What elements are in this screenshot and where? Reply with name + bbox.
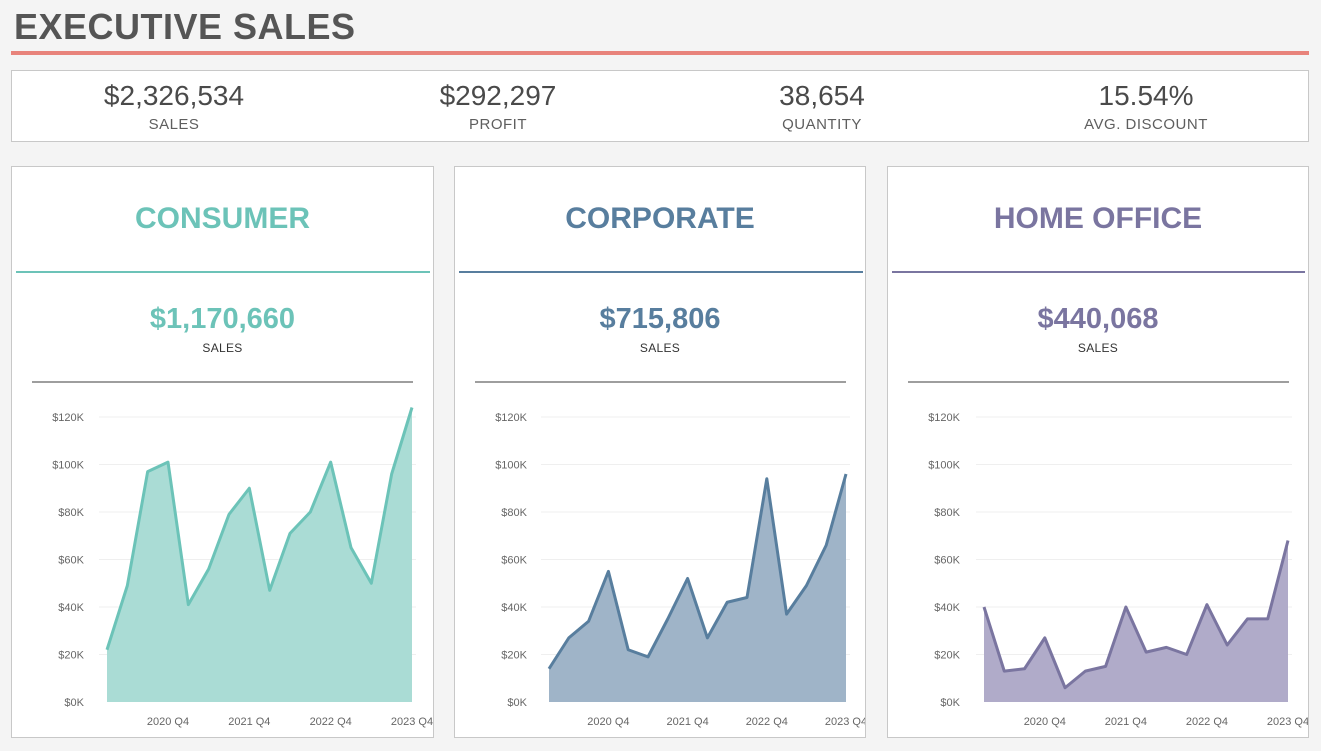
y-tick-label: $120K [52, 412, 84, 424]
sales-trend-chart: $0K $20K $40K $60K $80K $100K $120K 2020 Q4 2021… [495, 412, 865, 728]
segment-sales-value: $715,806 [599, 303, 721, 335]
y-tick-label: $40K [58, 602, 84, 614]
kpi-quantity-value: 38,654 [779, 80, 865, 111]
segment-divider-secondary [475, 381, 846, 383]
kpi-quantity-label: QUANTITY [782, 116, 862, 133]
x-tick-label: 2022 Q4 [746, 716, 788, 728]
segment-divider [16, 271, 430, 273]
kpi-quantity: 38,654 QUANTITY [660, 71, 984, 133]
kpi-discount: 15.54% AVG. DISCOUNT [984, 71, 1308, 133]
y-tick-label: $60K [58, 555, 84, 567]
y-tick-label: $20K [501, 650, 527, 662]
x-tick-label: 2020 Q4 [1024, 716, 1066, 728]
kpi-discount-value: 15.54% [1098, 80, 1194, 111]
y-tick-label: $0K [940, 697, 960, 709]
y-tick-label: $40K [934, 602, 960, 614]
sales-trend-chart: $0K $20K $40K $60K $80K $100K $120K 2020 Q4 2021… [928, 412, 1308, 728]
segment-title: HOME OFFICE [993, 202, 1203, 235]
x-tick-label: 2023 Q4 [1267, 716, 1308, 728]
y-tick-label: $20K [58, 650, 84, 662]
y-tick-label: $60K [501, 555, 527, 567]
y-tick-label: $100K [495, 460, 527, 472]
x-tick-label: 2022 Q4 [310, 716, 352, 728]
y-tick-label: $80K [934, 507, 960, 519]
kpi-profit-label: PROFIT [469, 116, 527, 133]
x-tick-label: 2023 Q4 [391, 716, 433, 728]
sales-trend-chart: $0K $20K $40K $60K $80K $100K $120K 2020 Q4 2021… [52, 407, 433, 728]
segment-sales-value: $440,068 [1037, 303, 1159, 335]
x-tick-label: 2020 Q4 [147, 716, 189, 728]
segment-sales-label: SALES [202, 341, 243, 355]
y-tick-label: $60K [934, 555, 960, 567]
y-tick-label: $80K [58, 507, 84, 519]
x-tick-label: 2020 Q4 [587, 716, 629, 728]
segment-title: CONSUMER [134, 202, 310, 235]
kpi-sales: $2,326,534 SALES [12, 71, 336, 133]
area-fill [984, 540, 1288, 702]
kpi-discount-label: AVG. DISCOUNT [1084, 116, 1208, 133]
y-tick-label: $120K [928, 412, 960, 424]
kpi-summary-bar: $2,326,534 SALES $292,297 PROFIT 38,654 … [11, 70, 1309, 142]
y-tick-label: $100K [52, 460, 84, 472]
kpi-sales-label: SALES [148, 116, 200, 133]
x-tick-label: 2021 Q4 [666, 716, 708, 728]
x-tick-label: 2021 Q4 [228, 716, 270, 728]
segment-panel-corporate: CORPORATE $715,806 SALES $0K $20K $40K $60K… [454, 166, 866, 738]
kpi-profit-value: $292,297 [439, 80, 557, 111]
segment-sales-label: SALES [639, 341, 681, 355]
segment-divider-secondary [32, 381, 413, 383]
segment-divider-secondary [908, 381, 1289, 383]
x-tick-label: 2021 Q4 [1105, 716, 1147, 728]
area-fill [107, 407, 412, 702]
segment-divider [892, 271, 1305, 273]
y-tick-label: $40K [501, 602, 527, 614]
area-fill [549, 474, 846, 702]
segment-panel-consumer: CONSUMER $1,170,660 SALES $0K $20K $40K $60… [11, 166, 434, 738]
page-title: EXECUTIVE SALES [14, 6, 356, 47]
y-tick-label: $120K [495, 412, 527, 424]
x-tick-label: 2022 Q4 [1186, 716, 1228, 728]
x-tick-label: 2023 Q4 [825, 716, 865, 728]
y-tick-label: $80K [501, 507, 527, 519]
kpi-sales-value: $2,326,534 [103, 80, 245, 111]
y-tick-label: $20K [934, 650, 960, 662]
title-underline [11, 51, 1309, 55]
segment-divider [459, 271, 863, 273]
kpi-profit: $292,297 PROFIT [336, 71, 660, 133]
y-tick-label: $0K [64, 697, 84, 709]
segment-title: CORPORATE [565, 202, 755, 235]
y-tick-label: $100K [928, 460, 960, 472]
segment-panel-home-office: HOME OFFICE $440,068 SALES $0K $20K $40K $6… [887, 166, 1309, 738]
y-tick-label: $0K [507, 697, 527, 709]
segment-sales-value: $1,170,660 [149, 303, 296, 335]
segment-sales-label: SALES [1077, 341, 1119, 355]
